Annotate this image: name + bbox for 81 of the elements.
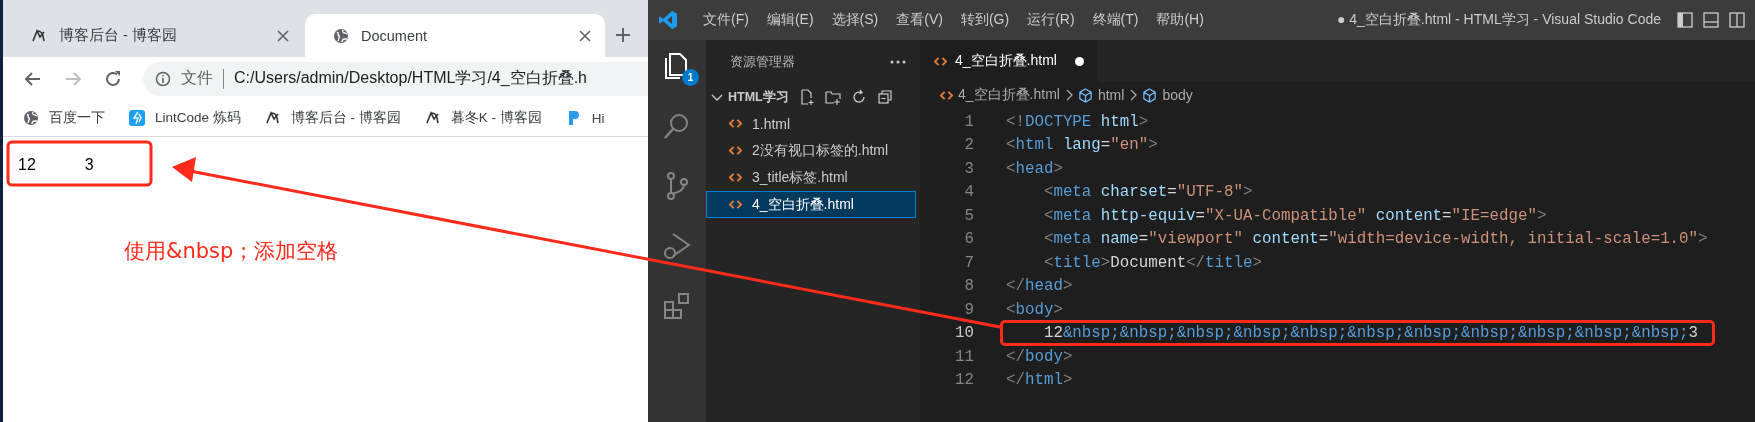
file-item[interactable]: 1.html xyxy=(706,110,916,137)
menu-item[interactable]: 转到(G) xyxy=(951,11,1019,29)
chevron-icon xyxy=(1128,89,1139,101)
bookmark[interactable]: 暮冬K - 博客园 xyxy=(424,109,542,127)
panel-title: 资源管理器 xyxy=(730,53,796,71)
folder-row[interactable]: HTML学习 xyxy=(706,84,920,110)
code-logo-icon xyxy=(129,110,145,126)
address-bar[interactable]: 文件 C:/Users/admin/Desktop/HTML学习/4_空白折叠.h xyxy=(143,61,648,96)
blog-logo-icon xyxy=(264,110,281,126)
code-line: <body> xyxy=(1006,300,1063,319)
run-debug-icon[interactable] xyxy=(661,230,693,262)
browser-tab[interactable]: Document xyxy=(305,14,605,57)
code-line: <html lang="en"> xyxy=(1006,136,1158,155)
line-number: 5 xyxy=(963,206,974,225)
globe-icon xyxy=(23,110,39,126)
file-item[interactable]: 2没有视口标签的.html xyxy=(706,137,916,164)
html-file-icon xyxy=(729,198,742,211)
menu-item[interactable]: 查看(V) xyxy=(887,11,952,29)
app-logo-icon xyxy=(658,10,678,30)
reload-icon[interactable] xyxy=(103,68,123,89)
close-icon[interactable] xyxy=(277,29,289,42)
line-number: 9 xyxy=(963,300,974,319)
count-badge: 1 xyxy=(682,69,699,86)
code-line: <meta charset="UTF-8"> xyxy=(1042,183,1253,202)
line-number: 1 xyxy=(963,112,974,131)
panel-layout-icon[interactable] xyxy=(1703,12,1719,28)
line-number: 2 xyxy=(963,136,974,155)
bookmark[interactable]: LintCode 炼码 xyxy=(129,109,241,127)
refresh-icon[interactable] xyxy=(850,89,867,105)
new-tab-icon[interactable] xyxy=(615,27,631,43)
browser-tab[interactable]: 博客后台 - 博客园 xyxy=(3,14,303,57)
menu-item[interactable]: 编辑(E) xyxy=(757,11,823,29)
menu-item[interactable]: 帮助(H) xyxy=(1147,11,1213,29)
new-folder-icon[interactable] xyxy=(824,89,841,105)
code-line: <!DOCTYPE html> xyxy=(1006,112,1149,131)
html-file-icon xyxy=(729,117,742,130)
line-number: 8 xyxy=(963,277,974,296)
window-title: ● 4_空白折叠.html - HTML学习 - Visual Studio Code xyxy=(1336,11,1661,29)
line-number: 6 xyxy=(963,230,974,249)
line-number: 10 xyxy=(954,324,974,343)
code-line: </html> xyxy=(1006,371,1073,390)
menu-item[interactable]: 选择(S) xyxy=(822,11,888,29)
html-file-icon xyxy=(729,144,742,157)
html-file-icon xyxy=(729,171,742,184)
code-line: </body> xyxy=(1006,347,1073,366)
breadcrumb[interactable]: 4_空白折叠.html xyxy=(940,86,1060,104)
line-number: 3 xyxy=(963,159,974,178)
bookmark[interactable]: 博客后台 - 博客园 xyxy=(264,109,401,127)
menu-item[interactable]: 终端(T) xyxy=(1083,11,1148,29)
editor-tab[interactable]: 4_空白折叠.html xyxy=(920,40,1098,82)
cube-icon xyxy=(1142,87,1158,103)
page-text: 12 3 xyxy=(18,155,95,175)
code-line: <title>Document</title> xyxy=(1042,253,1262,272)
line-number: 11 xyxy=(954,347,974,366)
menu-item[interactable]: 文件(F) xyxy=(694,11,758,29)
code-line: </head> xyxy=(1006,277,1073,296)
code-line: <head> xyxy=(1006,159,1063,178)
file-item[interactable]: 3_title标签.html xyxy=(706,164,916,191)
line-number: 4 xyxy=(963,183,974,202)
collapse-icon[interactable] xyxy=(876,89,893,105)
line-number: 12 xyxy=(954,371,974,390)
breadcrumb[interactable]: body xyxy=(1142,87,1193,103)
split-layout-icon[interactable] xyxy=(1729,12,1745,28)
blog-logo-icon xyxy=(424,110,441,126)
close-icon[interactable] xyxy=(579,29,591,42)
info-icon xyxy=(155,70,171,87)
more-icon[interactable] xyxy=(890,60,906,64)
cube-icon xyxy=(1077,87,1093,103)
bookmark[interactable]: 百度一下 xyxy=(23,109,105,127)
menu-item[interactable]: 运行(R) xyxy=(1018,11,1084,29)
code-line: <meta name="viewport" content="width=device-width, initial-scale=1.0"> xyxy=(1042,230,1708,249)
breadcrumb[interactable]: html xyxy=(1077,87,1125,103)
sidebar-layout-icon[interactable] xyxy=(1677,12,1693,28)
bookmark[interactable]: Hi xyxy=(565,110,605,126)
globe-icon xyxy=(333,27,349,44)
blog-logo-icon xyxy=(31,27,47,44)
new-file-icon[interactable] xyxy=(798,89,815,105)
code-line: <meta http-equiv="X-UA-Compatible" content="IE=edge"> xyxy=(1042,206,1547,225)
annotation-text: 使用&nbsp；添加空格 xyxy=(124,238,340,265)
line-number: 7 xyxy=(963,253,974,272)
file-item[interactable]: 4_空白折叠.html xyxy=(706,191,916,218)
